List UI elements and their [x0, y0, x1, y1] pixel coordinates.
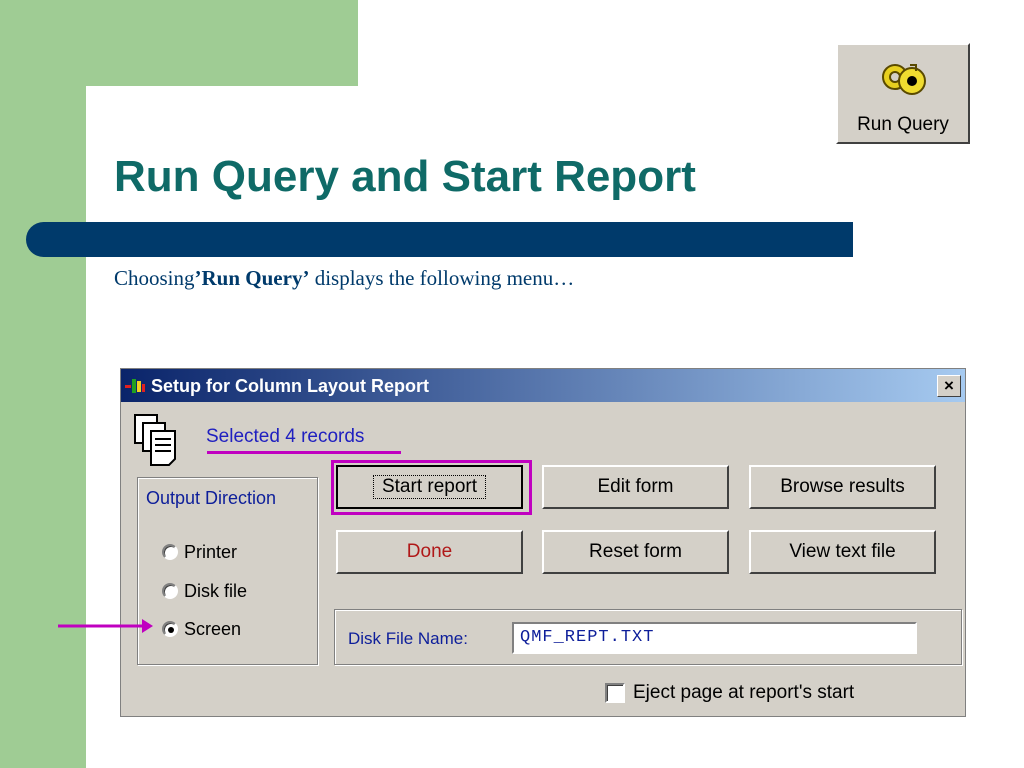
done-button[interactable]: Done — [336, 530, 523, 574]
eject-page-checkbox[interactable] — [605, 683, 625, 703]
radio-disk-file-label: Disk file — [184, 580, 248, 601]
dialog-titlebar: Setup for Column Layout Report × — [121, 369, 965, 402]
background-left-stripe — [0, 0, 86, 768]
edit-form-button[interactable]: Edit form — [542, 465, 729, 509]
reset-form-button[interactable]: Reset form — [542, 530, 729, 574]
setup-dialog: Setup for Column Layout Report × Selecte… — [120, 368, 966, 717]
disk-file-name-input[interactable]: QMF_REPT.TXT — [512, 622, 917, 654]
radio-disk-file-button[interactable] — [162, 583, 178, 599]
eject-page-row[interactable]: Eject page at report's start — [605, 682, 854, 704]
view-text-file-button[interactable]: View text file — [749, 530, 936, 574]
records-icon — [134, 414, 176, 466]
selected-records-label: Selected 4 records — [206, 426, 365, 447]
radio-printer[interactable]: Printer — [162, 540, 237, 564]
radio-printer-button[interactable] — [162, 544, 178, 560]
slide-title: Run Query and Start Report — [114, 152, 696, 201]
start-report-label: Start report — [372, 475, 487, 499]
app-icon — [125, 379, 145, 393]
subtitle-bold: ’Run Query’ — [194, 266, 310, 290]
start-report-button[interactable]: Start report — [336, 465, 523, 509]
pointer-arrow — [58, 619, 153, 633]
radio-disk-file[interactable]: Disk file — [162, 579, 247, 603]
selected-records-underline — [207, 451, 401, 454]
subtitle-prefix: Choosing — [114, 266, 195, 290]
radio-screen-label: Screen — [184, 618, 242, 639]
radio-printer-label: Printer — [184, 541, 238, 562]
eject-page-label: Eject page at report's start — [633, 682, 855, 703]
run-query-label: Run Query — [857, 114, 949, 135]
radio-screen[interactable]: Screen — [162, 617, 241, 641]
subtitle-suffix: displays the following menu… — [309, 266, 575, 290]
key-icon — [882, 64, 926, 95]
radio-screen-button[interactable] — [162, 621, 178, 637]
slide-subtitle: Choosing’Run Query’ displays the followi… — [114, 266, 574, 291]
run-query-button[interactable]: Run Query — [836, 43, 970, 144]
title-underline-bar — [26, 222, 853, 257]
output-direction-title: Output Direction — [146, 488, 277, 508]
close-button[interactable]: × — [937, 375, 961, 397]
background-top-stripe — [0, 0, 358, 86]
dialog-title: Setup for Column Layout Report — [151, 376, 429, 396]
browse-results-button[interactable]: Browse results — [749, 465, 936, 509]
disk-file-name-label: Disk File Name: — [348, 629, 468, 648]
